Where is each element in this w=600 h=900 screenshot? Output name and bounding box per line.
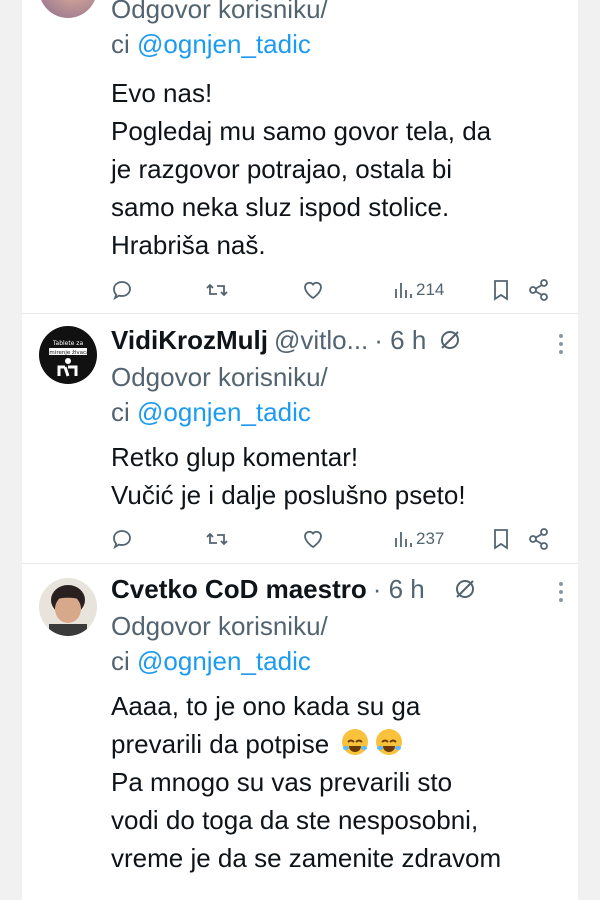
like-icon xyxy=(304,530,322,549)
reply-ci: ci xyxy=(111,397,137,427)
grok-icon[interactable] xyxy=(438,328,462,352)
reply-ci: ci xyxy=(111,29,137,59)
bookmark-button[interactable] xyxy=(489,275,513,305)
like-button[interactable] xyxy=(301,524,325,554)
avatar-image: Tablete za smirenje živaca xyxy=(47,340,90,377)
bookmark-icon xyxy=(494,280,508,301)
share-icon xyxy=(529,279,548,301)
avatar-image xyxy=(49,585,87,636)
share-button[interactable] xyxy=(527,275,551,305)
reply-ci: ci xyxy=(111,646,137,676)
tweet-line-text: prevarili da potpise xyxy=(111,729,330,759)
tweet-time[interactable]: · 6 h xyxy=(374,325,426,356)
more-icon[interactable] xyxy=(558,334,564,356)
tweet-line: vodi do toga da ste nesposobni, xyxy=(111,805,479,835)
like-button[interactable] xyxy=(301,275,325,305)
share-button[interactable] xyxy=(527,524,551,554)
tweet-3[interactable]: Cvetko CoD maestro · 6 h Odgovor korisni… xyxy=(22,564,578,900)
tweet-line: prevarili da potpise xyxy=(111,725,570,763)
action-bar: 214 xyxy=(22,275,570,305)
avatar[interactable]: Tablete za smirenje živaca xyxy=(39,326,97,384)
reply-button[interactable] xyxy=(110,275,134,305)
views-button[interactable]: 237 xyxy=(392,524,444,554)
tweet-1[interactable]: Odgovor korisniku/ ci @ognjen_tadic Evo … xyxy=(22,0,578,314)
tweet-line: Hrabriša naš. xyxy=(111,230,266,260)
share-icon xyxy=(529,528,548,550)
user-handle[interactable]: @vitlo... xyxy=(274,325,368,356)
tweet-text: Retko glup komentar! Vučić je i dalje po… xyxy=(111,438,570,514)
reply-feed: Odgovor korisniku/ ci @ognjen_tadic Evo … xyxy=(22,0,578,900)
display-name[interactable]: VidiKrozMulj xyxy=(111,325,268,356)
tweet-line: Pogledaj mu samo govor tela, da xyxy=(111,116,492,146)
reply-context: Odgovor korisniku/ ci @ognjen_tadic xyxy=(111,360,570,430)
svg-text:smirenje živaca: smirenje živaca xyxy=(47,349,90,356)
views-icon xyxy=(395,532,412,547)
action-bar: 237 xyxy=(22,524,570,554)
reply-prefix: Odgovor korisniku/ xyxy=(111,611,328,641)
like-icon xyxy=(304,281,322,300)
tweet-header: Cvetko CoD maestro · 6 h xyxy=(111,569,570,609)
tweet-line: samo neka sluz ispod stolice. xyxy=(111,192,450,222)
tweet-line: Evo nas! xyxy=(111,78,213,108)
tweet-line: vreme je da se zamenite zdravom xyxy=(111,843,502,873)
right-margin xyxy=(578,0,600,900)
tweet-line: Pa mnogo su vas prevarili sto xyxy=(111,767,453,797)
retweet-button[interactable] xyxy=(205,275,229,305)
display-name[interactable]: Cvetko CoD maestro xyxy=(111,574,367,605)
reply-context: Odgovor korisniku/ ci @ognjen_tadic xyxy=(111,0,570,62)
views-button[interactable]: 214 xyxy=(392,275,444,305)
left-margin xyxy=(0,0,22,900)
reply-button[interactable] xyxy=(110,524,134,554)
bookmark-button[interactable] xyxy=(489,524,513,554)
mention-link[interactable]: @ognjen_tadic xyxy=(137,397,311,427)
reply-icon xyxy=(113,281,131,301)
tweet-time[interactable]: · 6 h xyxy=(373,574,425,605)
retweet-button[interactable] xyxy=(205,524,229,554)
mention-link[interactable]: @ognjen_tadic xyxy=(137,646,311,676)
reply-prefix: Odgovor korisniku/ xyxy=(111,362,328,392)
more-icon[interactable] xyxy=(558,582,564,604)
tweet-line: Aaaa, to je ono kada su ga xyxy=(111,691,421,721)
tweet-text: Evo nas! Pogledaj mu samo govor tela, da… xyxy=(111,74,570,264)
views-count: 237 xyxy=(416,529,445,548)
reply-icon xyxy=(113,530,131,550)
svg-text:Tablete za: Tablete za xyxy=(52,340,84,347)
retweet-icon xyxy=(206,283,228,297)
retweet-icon xyxy=(206,532,228,546)
reply-prefix: Odgovor korisniku/ xyxy=(111,0,328,24)
reply-context: Odgovor korisniku/ ci @ognjen_tadic xyxy=(111,609,570,679)
mention-link[interactable]: @ognjen_tadic xyxy=(137,29,311,59)
laughing-emoji-icon xyxy=(342,729,369,755)
tweet-line: Retko glup komentar! xyxy=(111,442,359,472)
tweet-line: Vučić je i dalje poslušno pseto! xyxy=(111,480,466,510)
avatar[interactable] xyxy=(39,578,97,636)
grok-icon[interactable] xyxy=(453,577,477,601)
avatar[interactable] xyxy=(39,0,97,18)
tweet-text: Aaaa, to je ono kada su ga prevarili da … xyxy=(111,687,570,877)
tweet-2[interactable]: Tablete za smirenje živaca VidiKrozMulj … xyxy=(22,314,578,564)
views-icon xyxy=(395,283,412,298)
views-count: 214 xyxy=(416,280,445,299)
laughing-emoji-icon xyxy=(375,729,402,755)
bookmark-icon xyxy=(494,529,508,550)
tweet-header: VidiKrozMulj @vitlo... · 6 h xyxy=(111,320,570,360)
tweet-line: je razgovor potrajao, ostala bi xyxy=(111,154,453,184)
